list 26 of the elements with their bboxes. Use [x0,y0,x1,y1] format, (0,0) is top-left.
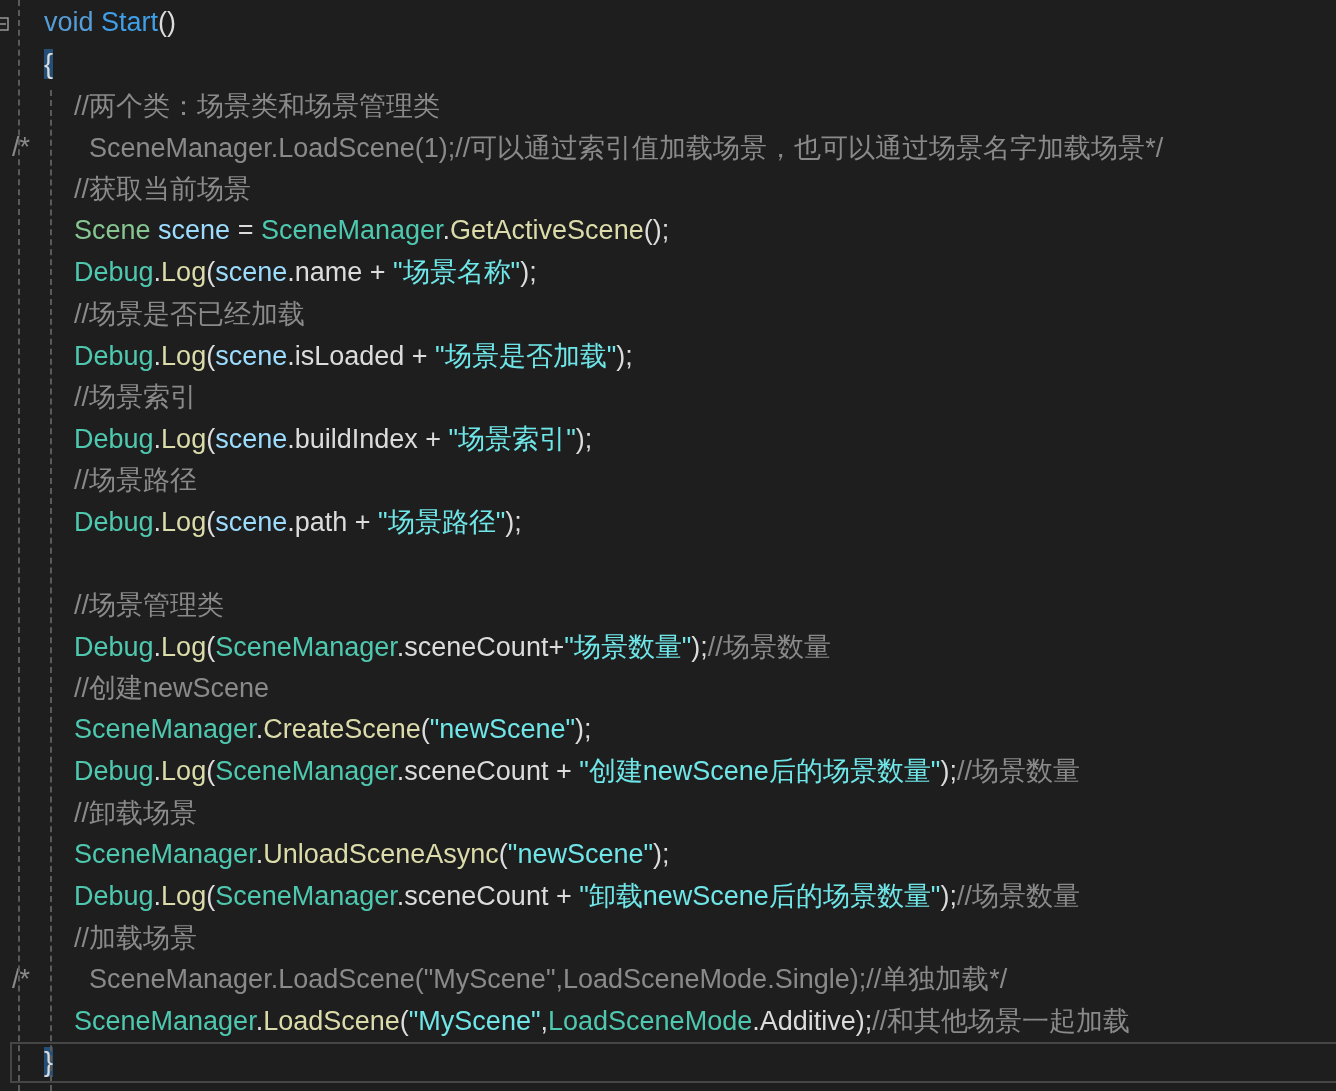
code-line: Debug.Log(SceneManager.sceneCount+"场景数量");//场景数量 [74,631,831,662]
code-line: SceneManager.LoadScene("MyScene",LoadSceneMode.Additive);//和其他场景一起加载 [74,1006,1131,1037]
code-line: Debug.Log(scene.path + "场景路径"); [74,506,522,537]
code-line: Debug.Log(SceneManager.sceneCount + "创建newScene后的场景数量");//场景数量 [74,756,1080,787]
comment-marker: /* [12,132,30,163]
code-line: Debug.Log(SceneManager.sceneCount + "卸载newScene后的场景数量");//场景数量 [74,881,1080,912]
code-line: //场景索引 [74,382,197,413]
code-line: Debug.Log(scene.buildIndex + "场景索引"); [74,423,593,454]
code-line: SceneManager.LoadScene("MyScene",LoadSceneMode.Single);//单独加载*/ [88,964,1008,995]
code-line: SceneManager.UnloadSceneAsync("newScene"); [74,839,670,870]
comment-marker: /* [12,963,30,994]
code-line: Debug.Log(scene.isLoaded + "场景是否加载"); [74,340,633,371]
code-line: Scene scene = SceneManager.GetActiveScene(); [74,215,670,246]
code-line: SceneManager.LoadScene(1);//可以通过索引值加载场景，也可以通过场景名字加载场景*/ [88,132,1164,163]
code-line: SceneManager.CreateScene("newScene"); [74,714,592,745]
code-line: //创建newScene [74,673,270,704]
code-line: //卸载场景 [74,798,197,829]
code-line: //两个类：场景类和场景管理类 [74,91,440,121]
code-line: //场景是否已经加载 [74,298,305,329]
code-line: //获取当前场景 [74,174,251,205]
code-line: Debug.Log(scene.name + "场景名称"); [74,257,537,288]
code-line: //场景管理类 [74,590,224,621]
code-line: //场景路径 [74,465,197,496]
code-line: void Start() [44,7,177,38]
collapse-icon[interactable] [0,17,9,31]
code-line: //加载场景 [74,922,197,953]
